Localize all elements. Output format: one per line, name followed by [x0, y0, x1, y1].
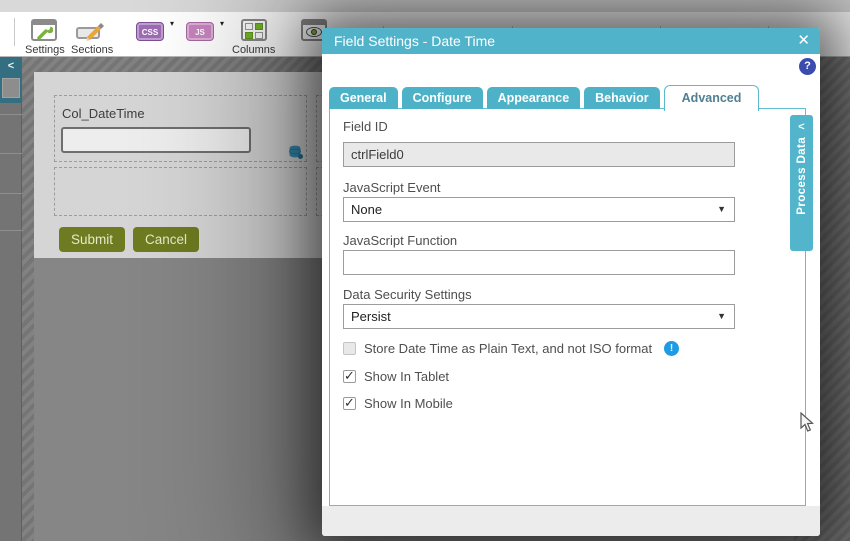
js-function-input[interactable]: [343, 250, 735, 275]
js-badge-icon: JS: [186, 22, 214, 41]
pencil-icon: [84, 20, 106, 42]
palette-divider: [0, 153, 22, 154]
settings-window-icon: [31, 19, 57, 41]
js-event-value: None: [351, 202, 382, 217]
palette-divider: [0, 114, 22, 115]
tab-behavior[interactable]: Behavior: [584, 87, 660, 109]
palette-header[interactable]: <: [0, 57, 22, 103]
css-dropdown-caret[interactable]: ▾: [170, 19, 174, 28]
check-icon: ✓: [344, 368, 355, 384]
js-event-label: JavaScript Event: [343, 180, 441, 195]
mouse-cursor: [800, 412, 814, 433]
dialog-header: Field Settings - Date Time ✕: [322, 28, 820, 54]
submit-button[interactable]: Submit: [59, 227, 125, 252]
css-button[interactable]: CSS: [136, 22, 164, 41]
js-function-label: JavaScript Function: [343, 233, 457, 248]
palette-slot: [2, 78, 20, 98]
field-id-label: Field ID: [343, 119, 388, 134]
settings-button[interactable]: [31, 19, 57, 41]
select-arrow-icon: ▼: [717, 198, 726, 221]
store-plain-text-checkbox[interactable]: ✓: [343, 342, 356, 355]
columns-label: Columns: [232, 44, 275, 56]
tab-appearance[interactable]: Appearance: [487, 87, 581, 109]
data-security-value: Persist: [351, 309, 391, 324]
sections-button[interactable]: [76, 19, 100, 39]
advanced-tab-panel: Field ID JavaScript Event None ▼ JavaScr…: [329, 108, 806, 506]
store-plain-text-label: Store Date Time as Plain Text, and not I…: [364, 341, 652, 356]
section-bar-icon: [76, 27, 100, 39]
expand-chevron-icon: <: [790, 119, 813, 135]
form-builder-screen: Settings Sections CSS ▾ JS ▾: [0, 0, 850, 541]
database-binding-icon[interactable]: [288, 144, 304, 160]
data-security-select[interactable]: Persist ▼: [343, 304, 735, 329]
check-icon: ✓: [344, 395, 355, 411]
tab-general[interactable]: General: [329, 87, 398, 109]
show-in-tablet-row: ✓ Show In Tablet: [343, 369, 449, 383]
tab-configure[interactable]: Configure: [402, 87, 483, 109]
palette-divider: [0, 230, 22, 231]
process-data-label: Process Data: [796, 137, 808, 215]
sections-label: Sections: [71, 44, 113, 56]
show-in-mobile-checkbox[interactable]: ✓: [343, 397, 356, 410]
dialog-tabs: General Configure Appearance Behavior Ad…: [329, 85, 759, 109]
toolbar-separator: [14, 18, 15, 46]
datetime-field-input[interactable]: [61, 127, 251, 153]
info-icon[interactable]: !: [664, 341, 679, 356]
show-in-mobile-row: ✓ Show In Mobile: [343, 396, 453, 410]
process-data-tab[interactable]: < Process Data: [790, 115, 813, 251]
empty-drop-zone[interactable]: [54, 167, 307, 216]
cancel-button[interactable]: Cancel: [133, 227, 199, 252]
js-event-select[interactable]: None ▼: [343, 197, 735, 222]
wrench-icon: [37, 24, 53, 40]
show-in-mobile-label: Show In Mobile: [364, 396, 453, 411]
js-button[interactable]: JS: [186, 22, 214, 41]
dialog-title: Field Settings - Date Time: [334, 28, 495, 54]
tab-advanced[interactable]: Advanced: [664, 85, 760, 111]
collapsed-palette-sidebar: <: [0, 57, 22, 541]
field-id-input: [343, 142, 735, 167]
js-dropdown-caret[interactable]: ▾: [220, 19, 224, 28]
field-settings-dialog: Field Settings - Date Time ✕ ? General C…: [322, 28, 820, 536]
datetime-field-label: Col_DateTime: [62, 106, 145, 121]
settings-label: Settings: [25, 44, 65, 56]
dialog-footer: [322, 506, 820, 536]
columns-button[interactable]: [241, 19, 267, 41]
show-in-tablet-label: Show In Tablet: [364, 369, 449, 384]
close-icon[interactable]: ✕: [797, 28, 810, 54]
collapse-chevron-icon[interactable]: <: [0, 57, 22, 75]
window-top-strip: [0, 0, 850, 12]
columns-grid-icon: [241, 19, 267, 41]
show-in-tablet-checkbox[interactable]: ✓: [343, 370, 356, 383]
help-icon[interactable]: ?: [799, 58, 816, 75]
css-badge-icon: CSS: [136, 22, 164, 41]
palette-divider: [0, 193, 22, 194]
store-plain-text-row: ✓ Store Date Time as Plain Text, and not…: [343, 341, 679, 355]
select-arrow-icon: ▼: [717, 305, 726, 328]
data-security-label: Data Security Settings: [343, 287, 472, 302]
